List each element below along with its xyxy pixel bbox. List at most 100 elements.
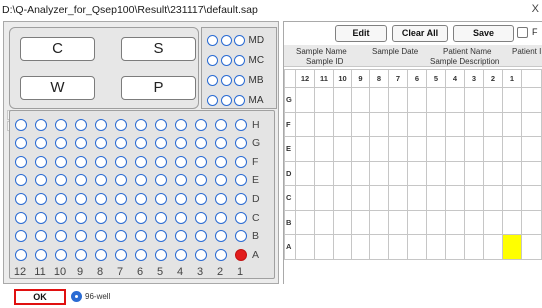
grid-cell[interactable]	[426, 111, 446, 137]
well[interactable]	[115, 248, 127, 261]
well[interactable]	[55, 192, 67, 205]
ok-button[interactable]: OK	[14, 289, 66, 305]
grid-cell[interactable]	[445, 111, 465, 137]
well[interactable]	[175, 211, 187, 224]
grid-cell[interactable]	[445, 209, 465, 235]
well[interactable]	[15, 155, 27, 168]
well[interactable]	[235, 230, 247, 243]
well[interactable]	[135, 137, 147, 150]
grid-cell[interactable]	[521, 111, 542, 137]
well[interactable]	[155, 137, 167, 150]
grid-cell[interactable]	[333, 185, 352, 211]
grid-cell[interactable]	[333, 160, 352, 186]
well[interactable]	[35, 174, 47, 187]
grid-cell[interactable]	[483, 87, 503, 113]
well[interactable]	[35, 248, 47, 261]
marker-well[interactable]	[220, 34, 232, 46]
grid-cell[interactable]	[426, 185, 446, 211]
grid-cell[interactable]	[369, 209, 389, 235]
well[interactable]	[175, 230, 187, 243]
well[interactable]	[235, 211, 247, 224]
grid-cell[interactable]	[445, 160, 465, 186]
well[interactable]	[35, 192, 47, 205]
grid-cell[interactable]	[464, 185, 484, 211]
well[interactable]	[135, 248, 147, 261]
well[interactable]	[95, 230, 107, 243]
well[interactable]	[215, 248, 227, 261]
well[interactable]	[235, 192, 247, 205]
grid-cell[interactable]	[369, 185, 389, 211]
well-selected[interactable]	[235, 248, 247, 261]
well[interactable]	[195, 192, 207, 205]
well[interactable]	[155, 174, 167, 187]
well[interactable]	[15, 174, 27, 187]
well[interactable]	[15, 248, 27, 261]
well[interactable]	[235, 155, 247, 168]
well[interactable]	[215, 137, 227, 150]
grid-cell[interactable]	[351, 87, 370, 113]
grid-cell[interactable]	[502, 111, 522, 137]
well[interactable]	[175, 192, 187, 205]
well[interactable]	[195, 248, 207, 261]
well[interactable]	[235, 137, 247, 150]
grid-cell[interactable]	[295, 160, 315, 186]
grid-cell[interactable]	[314, 111, 334, 137]
grid-cell[interactable]	[464, 160, 484, 186]
well[interactable]	[195, 174, 207, 187]
grid-cell[interactable]	[502, 136, 522, 162]
well[interactable]	[175, 118, 187, 131]
well[interactable]	[135, 155, 147, 168]
well[interactable]	[195, 137, 207, 150]
well[interactable]	[155, 192, 167, 205]
well[interactable]	[95, 155, 107, 168]
well[interactable]	[35, 137, 47, 150]
well[interactable]	[215, 118, 227, 131]
grid-cell[interactable]	[295, 87, 315, 113]
well[interactable]	[95, 211, 107, 224]
grid-cell[interactable]	[388, 209, 408, 235]
grid-cell[interactable]	[314, 136, 334, 162]
grid-cell[interactable]	[445, 136, 465, 162]
well[interactable]	[75, 211, 87, 224]
well[interactable]	[155, 118, 167, 131]
well[interactable]	[55, 248, 67, 261]
well[interactable]	[115, 174, 127, 187]
grid-cell[interactable]	[407, 160, 427, 186]
well[interactable]	[115, 137, 127, 150]
grid-cell[interactable]	[521, 87, 542, 113]
well[interactable]	[215, 192, 227, 205]
grid-cell[interactable]	[426, 209, 446, 235]
grid-cell[interactable]	[445, 234, 465, 260]
well[interactable]	[75, 230, 87, 243]
well[interactable]	[35, 230, 47, 243]
marker-well[interactable]	[207, 94, 218, 106]
grid-cell[interactable]	[426, 87, 446, 113]
well[interactable]	[155, 155, 167, 168]
grid-cell[interactable]	[388, 111, 408, 137]
well[interactable]	[195, 118, 207, 131]
well[interactable]	[35, 155, 47, 168]
well[interactable]	[75, 174, 87, 187]
option-checkbox[interactable]	[517, 27, 528, 38]
grid-cell[interactable]	[426, 234, 446, 260]
grid-cell[interactable]	[314, 234, 334, 260]
well[interactable]	[55, 230, 67, 243]
grid-cell[interactable]	[314, 160, 334, 186]
save-button[interactable]: Save	[453, 25, 514, 42]
well[interactable]	[115, 230, 127, 243]
grid-cell[interactable]	[351, 111, 370, 137]
grid-cell[interactable]	[351, 160, 370, 186]
well[interactable]	[235, 174, 247, 187]
well[interactable]	[115, 118, 127, 131]
well[interactable]	[215, 230, 227, 243]
grid-cell[interactable]	[407, 234, 427, 260]
well[interactable]	[115, 192, 127, 205]
well[interactable]	[135, 118, 147, 131]
well[interactable]	[115, 155, 127, 168]
well[interactable]	[95, 137, 107, 150]
grid-cell[interactable]	[351, 185, 370, 211]
grid-cell-highlighted[interactable]	[502, 234, 522, 260]
well[interactable]	[175, 248, 187, 261]
well[interactable]	[15, 230, 27, 243]
grid-cell[interactable]	[521, 185, 542, 211]
